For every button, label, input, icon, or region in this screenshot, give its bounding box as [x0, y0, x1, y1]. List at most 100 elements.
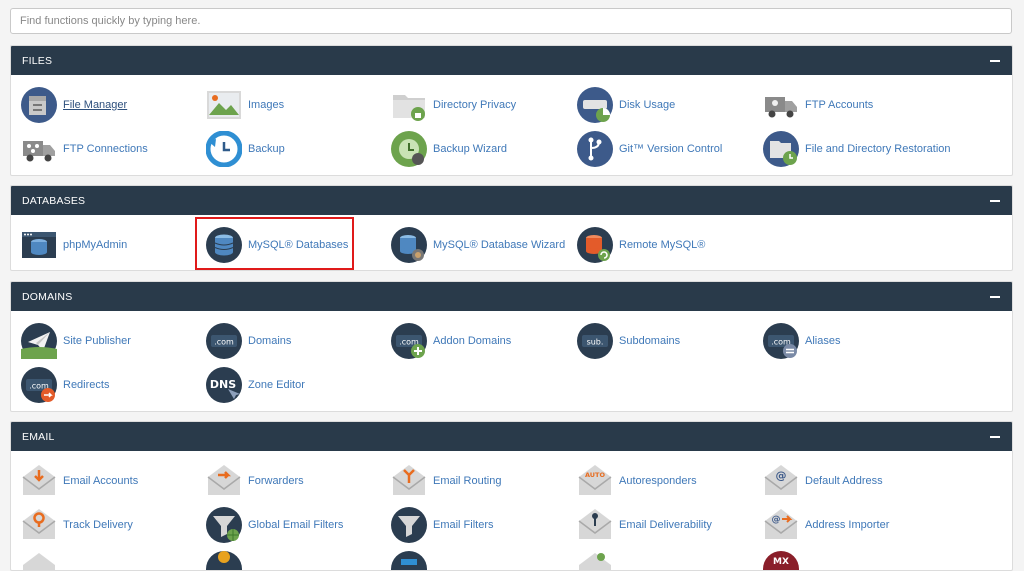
svg-text:AUTO: AUTO — [585, 471, 606, 479]
email-filters-icon — [391, 507, 427, 543]
backup-link[interactable]: Backup — [206, 131, 386, 167]
disk-usage-icon — [577, 87, 613, 123]
global-filters-link[interactable]: Global Email Filters — [206, 507, 386, 543]
restore-link[interactable]: File and Directory Restoration — [763, 131, 1003, 167]
collapse-icon[interactable] — [990, 435, 1000, 438]
svg-text:@: @ — [772, 515, 781, 525]
remote-mysql-label: Remote MySQL® — [619, 239, 706, 251]
ftp-connections-link[interactable]: FTP Connections — [21, 131, 201, 167]
disk-usage-link[interactable]: Disk Usage — [577, 87, 757, 123]
subdomains-icon: sub. — [577, 323, 613, 359]
default-address-link[interactable]: @ Default Address — [763, 463, 943, 499]
zone-editor-link[interactable]: DNS Zone Editor — [206, 367, 386, 403]
domains-panel: DOMAINS Site Publisher .com Domains .com… — [10, 281, 1013, 412]
files-panel: FILES File Manager Images Directory Priv… — [10, 45, 1013, 176]
ftp-accounts-icon — [763, 87, 799, 123]
directory-privacy-label: Directory Privacy — [433, 99, 517, 111]
file-manager-icon — [21, 87, 57, 123]
aliases-link[interactable]: .com Aliases — [763, 323, 943, 359]
ftp-connections-label: FTP Connections — [63, 143, 148, 155]
remote-mysql-link[interactable]: Remote MySQL® — [577, 227, 757, 263]
directory-privacy-link[interactable]: Directory Privacy — [391, 87, 571, 123]
file-manager-link[interactable]: File Manager — [21, 87, 201, 123]
images-label: Images — [248, 99, 285, 111]
email-accounts-label: Email Accounts — [63, 475, 139, 487]
search-input[interactable] — [10, 8, 1012, 34]
mysql-wizard-link[interactable]: MySQL® Database Wizard — [391, 227, 571, 263]
images-icon — [206, 87, 242, 123]
aliases-icon: .com — [763, 323, 799, 359]
email-row3-item-1[interactable] — [21, 551, 201, 570]
email-accounts-icon — [21, 463, 57, 499]
globe-icon — [206, 551, 242, 570]
mysql-databases-label: MySQL® Databases — [248, 239, 349, 251]
zone-editor-label: Zone Editor — [248, 379, 305, 391]
files-panel-title: FILES — [22, 54, 53, 67]
collapse-icon[interactable] — [990, 199, 1000, 202]
addon-domains-label: Addon Domains — [433, 335, 512, 347]
files-panel-header[interactable]: FILES — [11, 46, 1012, 75]
autoresponders-link[interactable]: AUTO Autoresponders — [577, 463, 757, 499]
email-panel: EMAIL Email Accounts Forwarders Email Ro… — [10, 421, 1013, 571]
domains-panel-header[interactable]: DOMAINS — [11, 282, 1012, 311]
blue-icon — [391, 551, 427, 570]
ftp-connections-icon — [21, 131, 57, 167]
email-routing-link[interactable]: Email Routing — [391, 463, 571, 499]
domains-link[interactable]: .com Domains — [206, 323, 386, 359]
forwarders-link[interactable]: Forwarders — [206, 463, 386, 499]
deliverability-label: Email Deliverability — [619, 519, 712, 531]
address-importer-label: Address Importer — [805, 519, 890, 531]
global-filters-icon — [206, 507, 242, 543]
subdomains-link[interactable]: sub. Subdomains — [577, 323, 757, 359]
autoresponders-label: Autoresponders — [619, 475, 697, 487]
email-panel-header[interactable]: EMAIL — [11, 422, 1012, 451]
email-routing-label: Email Routing — [433, 475, 502, 487]
email-row3-item-4[interactable] — [577, 551, 757, 570]
redirects-link[interactable]: .com Redirects — [21, 367, 201, 403]
site-publisher-label: Site Publisher — [63, 335, 131, 347]
aliases-label: Aliases — [805, 335, 841, 347]
addon-domains-link[interactable]: .com Addon Domains — [391, 323, 571, 359]
images-link[interactable]: Images — [206, 87, 386, 123]
domains-panel-title: DOMAINS — [22, 290, 73, 303]
email-accounts-link[interactable]: Email Accounts — [21, 463, 201, 499]
address-importer-link[interactable]: @ Address Importer — [763, 507, 943, 543]
collapse-icon[interactable] — [990, 295, 1000, 298]
redirects-icon: .com — [21, 367, 57, 403]
backup-wizard-link[interactable]: Backup Wizard — [391, 131, 571, 167]
forwarders-icon — [206, 463, 242, 499]
svg-text:DNS: DNS — [210, 378, 236, 391]
email-panel-title: EMAIL — [22, 430, 55, 443]
forwarders-label: Forwarders — [248, 475, 304, 487]
email-routing-icon — [391, 463, 427, 499]
domains-label: Domains — [248, 335, 292, 347]
svg-text:sub.: sub. — [587, 338, 604, 347]
email-row3-item-5[interactable]: MX — [763, 551, 943, 570]
collapse-icon[interactable] — [990, 59, 1000, 62]
email-filters-link[interactable]: Email Filters — [391, 507, 571, 543]
mysql-databases-link[interactable]: MySQL® Databases — [206, 227, 386, 263]
git-link[interactable]: Git™ Version Control — [577, 131, 757, 167]
deliverability-link[interactable]: Email Deliverability — [577, 507, 757, 543]
svg-text:.com: .com — [214, 338, 234, 347]
site-publisher-icon — [21, 323, 57, 359]
track-delivery-link[interactable]: Track Delivery — [21, 507, 201, 543]
address-importer-icon: @ — [763, 507, 799, 543]
mx-icon: MX — [763, 551, 799, 570]
databases-panel-header[interactable]: DATABASES — [11, 186, 1012, 215]
file-manager-label: File Manager — [63, 99, 128, 111]
email-row3-item-2[interactable] — [206, 551, 386, 570]
ftp-accounts-label: FTP Accounts — [805, 99, 874, 111]
site-publisher-link[interactable]: Site Publisher — [21, 323, 201, 359]
phpmyadmin-link[interactable]: phpMyAdmin — [21, 227, 201, 263]
zone-editor-icon: DNS — [206, 367, 242, 403]
ftp-accounts-link[interactable]: FTP Accounts — [763, 87, 943, 123]
email-row3-item-3[interactable] — [391, 551, 571, 570]
track-delivery-icon — [21, 507, 57, 543]
domains-icon: .com — [206, 323, 242, 359]
databases-panel-title: DATABASES — [22, 194, 86, 207]
backup-wizard-label: Backup Wizard — [433, 143, 507, 155]
git-label: Git™ Version Control — [619, 143, 723, 155]
global-filters-label: Global Email Filters — [248, 519, 344, 531]
mysql-wizard-label: MySQL® Database Wizard — [433, 239, 566, 251]
